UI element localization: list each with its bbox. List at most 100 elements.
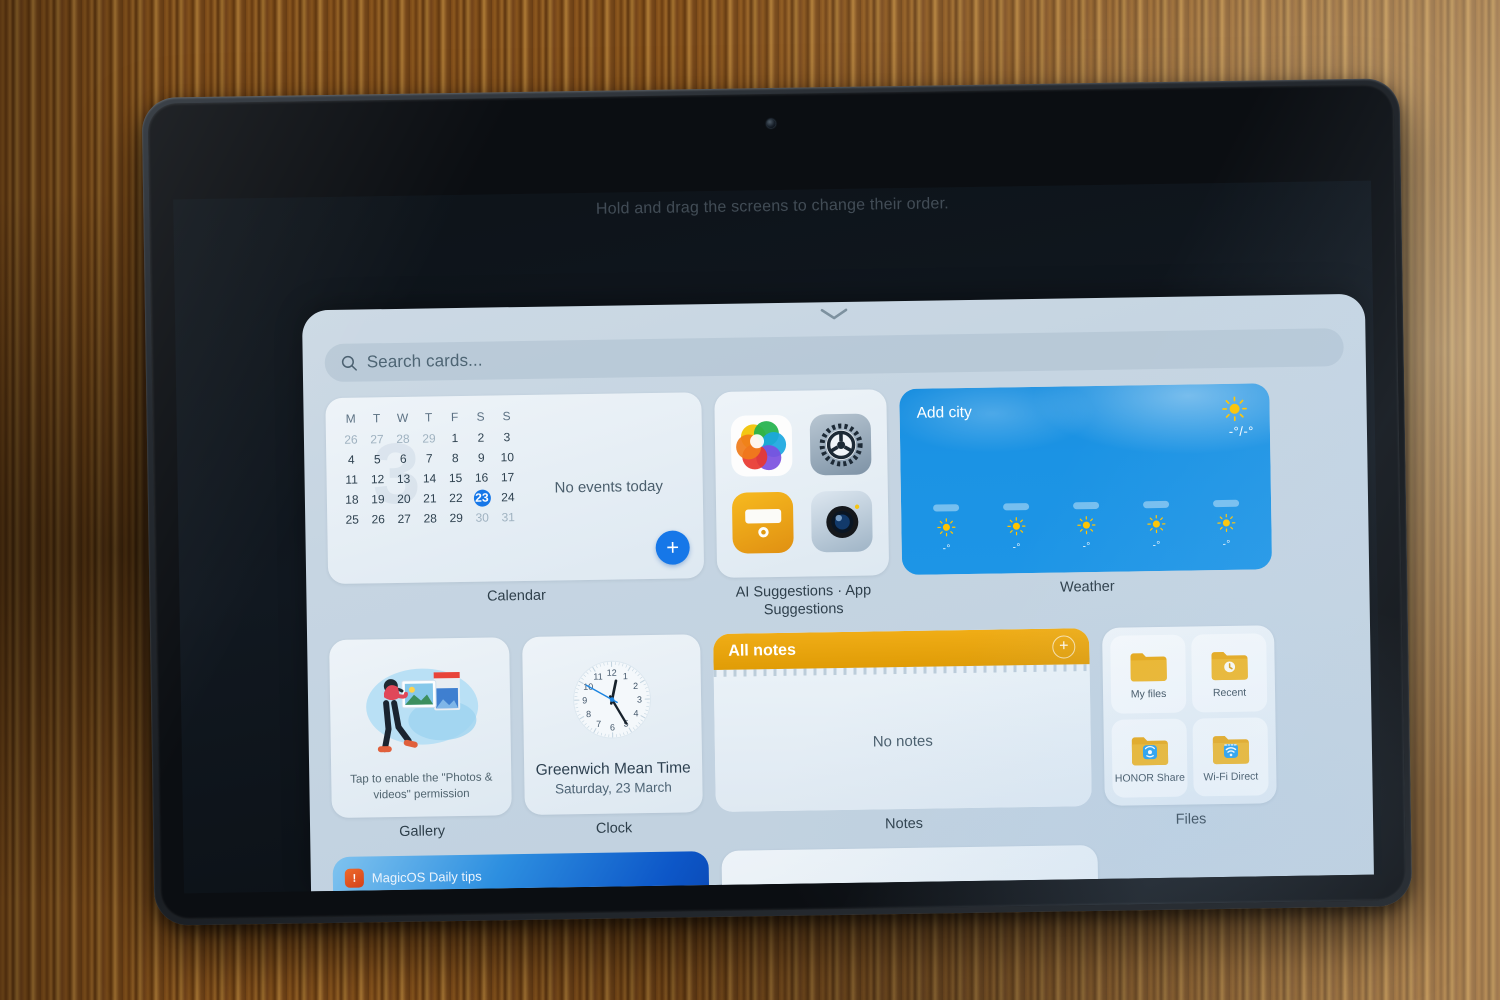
sun-icon [1077,516,1096,535]
front-camera-icon [766,118,776,129]
calendar-dow: W [396,410,409,425]
search-icon [341,354,358,371]
calendar-day[interactable]: 9 [470,449,492,466]
svg-text:12: 12 [607,668,617,678]
calendar-dow: T [372,411,381,426]
widget-weather[interactable]: Add city -°/-° -° -° -° -° -° Weather [899,383,1273,599]
calendar-day[interactable]: 27 [393,511,415,528]
svg-text:8: 8 [586,709,591,719]
weather-day-low: -° [942,543,952,555]
person-chat-icon [879,878,942,892]
widget-label-clock: Clock [595,820,633,838]
widget-notes[interactable]: All notes + No notes Notes [713,628,1092,837]
files-tile-wi-fi-direct[interactable]: Wi-Fi Direct [1192,717,1269,797]
weather-forecast-day: -° [911,504,982,555]
svg-text:7: 7 [596,719,601,729]
calendar-day[interactable]: 13 [392,471,414,488]
tablet-bezel: Hold and drag the screens to change thei… [147,84,1407,920]
calendar-day[interactable]: 2 [470,429,492,446]
weather-add-city-label[interactable]: Add city [916,404,971,423]
weather-temp-range: -°/-° [1228,423,1255,439]
sun-icon [1007,517,1026,536]
calendar-day-today[interactable]: 23 [473,489,491,507]
calendar-day[interactable]: 7 [418,450,440,467]
weather-day-low: -° [1082,541,1091,553]
calendar-day[interactable]: 25 [341,512,363,529]
files-tile-honor-share[interactable]: HONOR Share [1111,718,1188,799]
calendar-day[interactable]: 12 [366,471,388,488]
widget-magicos-tips[interactable]: ! MagicOS Daily tips Learn about MagicOS [332,851,711,892]
widget-clock[interactable]: 123456789101112 Greenwich Mean Time Satu… [522,634,703,840]
widget-label-ai-suggestions: AI Suggestions · App Suggestions [735,582,872,618]
notes-card[interactable]: All notes + No notes [713,628,1092,813]
gallery-card[interactable]: Tap to enable the "Photos & videos" perm… [329,637,512,819]
notes-body: No notes [713,671,1092,813]
calendar-day[interactable]: 22 [445,490,467,507]
calendar-day[interactable]: 18 [341,492,363,509]
widget-friend[interactable]: Friend [721,845,1100,892]
magicos-tips-card[interactable]: ! MagicOS Daily tips Learn about MagicOS [332,851,711,892]
widget-calendar[interactable]: 3 M T W T F S S 26 27 28 29 1 2 3 4 5 6 7 8 9 10 11 12 13 14 15 16… [325,392,705,609]
calendar-add-event-button[interactable]: + [655,530,690,565]
calendar-day[interactable]: 29 [445,510,467,527]
calendar-day[interactable]: 30 [471,509,493,526]
widget-grid: 3 M T W T F S S 26 27 28 29 1 2 3 4 5 6 7 8 9 10 11 12 13 14 15 16… [303,366,1374,892]
calendar-day[interactable]: 4 [340,452,362,469]
camera-app-icon[interactable] [810,490,873,553]
calendar-day[interactable]: 26 [340,432,362,449]
add-note-button[interactable]: + [1052,635,1076,659]
tablet-screen: Hold and drag the screens to change thei… [173,180,1382,894]
clock-timezone: Greenwich Mean Time [535,759,691,780]
clock-date: Saturday, 23 March [554,780,672,797]
files-tile-recent[interactable]: Recent [1191,633,1268,713]
friend-card[interactable]: Friend [721,845,1100,892]
calendar-day[interactable]: 20 [393,491,415,508]
calendar-day[interactable]: 15 [444,470,466,487]
svg-text:4: 4 [633,709,638,719]
weather-card[interactable]: Add city -°/-° -° -° -° -° -° [899,383,1273,576]
calendar-day[interactable]: 21 [419,490,441,507]
weather-day-placeholder [933,504,960,512]
calendar-day[interactable]: 8 [444,450,466,467]
folder-wifi-icon [1212,736,1249,765]
calendar-day[interactable]: 16 [470,469,492,486]
widget-label-weather: Weather [1059,578,1115,596]
calendar-day[interactable]: 19 [367,491,389,508]
widget-files[interactable]: My files Recent HONOR Share Wi-Fi Direct Fi… [1102,625,1277,831]
widget-ai-suggestions[interactable]: AI Suggestions · App Suggestions [714,389,890,620]
files-tile-my-files[interactable]: My files [1110,634,1187,715]
calendar-day[interactable]: 6 [392,451,414,468]
sun-icon [1221,396,1247,427]
calendar-day[interactable]: 29 [418,430,440,447]
files-tile-label: Recent [1212,687,1247,700]
calendar-card[interactable]: 3 M T W T F S S 26 27 28 29 1 2 3 4 5 6 7 8 9 10 11 12 13 14 15 16… [325,392,705,585]
widget-gallery[interactable]: Tap to enable the "Photos & videos" perm… [329,637,512,843]
gallery-permission-text[interactable]: Tap to enable the "Photos & videos" perm… [343,771,500,808]
widget-row-3: ! MagicOS Daily tips Learn about MagicOS [332,841,1354,892]
weather-day-placeholder [1213,499,1240,508]
calendar-day[interactable]: 28 [392,431,414,448]
settings-app-icon[interactable] [809,413,872,476]
calendar-day[interactable]: 1 [444,430,466,447]
calendar-day[interactable]: 14 [418,470,440,487]
clock-card[interactable]: 123456789101112 Greenwich Mean Time Satu… [522,634,703,816]
gallery-app-icon[interactable] [730,414,793,477]
calendar-day[interactable]: 28 [419,510,441,527]
calendar-dow: M [345,411,356,426]
widget-picker-sheet: Search cards... 3 M T W T F S S 26 27 28 29 1 2 3 4 5 6 7… [301,293,1374,892]
weather-day-low: -° [1222,538,1231,551]
ai-suggestions-card[interactable] [714,389,890,578]
sun-icon [937,518,956,537]
calendar-day[interactable]: 11 [340,472,362,489]
files-app-icon[interactable] [731,491,794,554]
files-card[interactable]: My files Recent HONOR Share Wi-Fi Direct [1102,625,1277,807]
calendar-day[interactable]: 26 [367,511,389,528]
svg-text:2: 2 [633,681,638,691]
folder-clock-icon [1210,652,1248,681]
calendar-day[interactable]: 27 [366,431,388,448]
reorder-hint-text: Hold and drag the screens to change thei… [595,195,949,218]
widget-row-2: Tap to enable the "Photos & videos" perm… [329,624,1351,843]
gallery-permission-illustration [349,648,491,773]
svg-text:9: 9 [582,696,587,706]
calendar-day[interactable]: 5 [366,451,388,468]
